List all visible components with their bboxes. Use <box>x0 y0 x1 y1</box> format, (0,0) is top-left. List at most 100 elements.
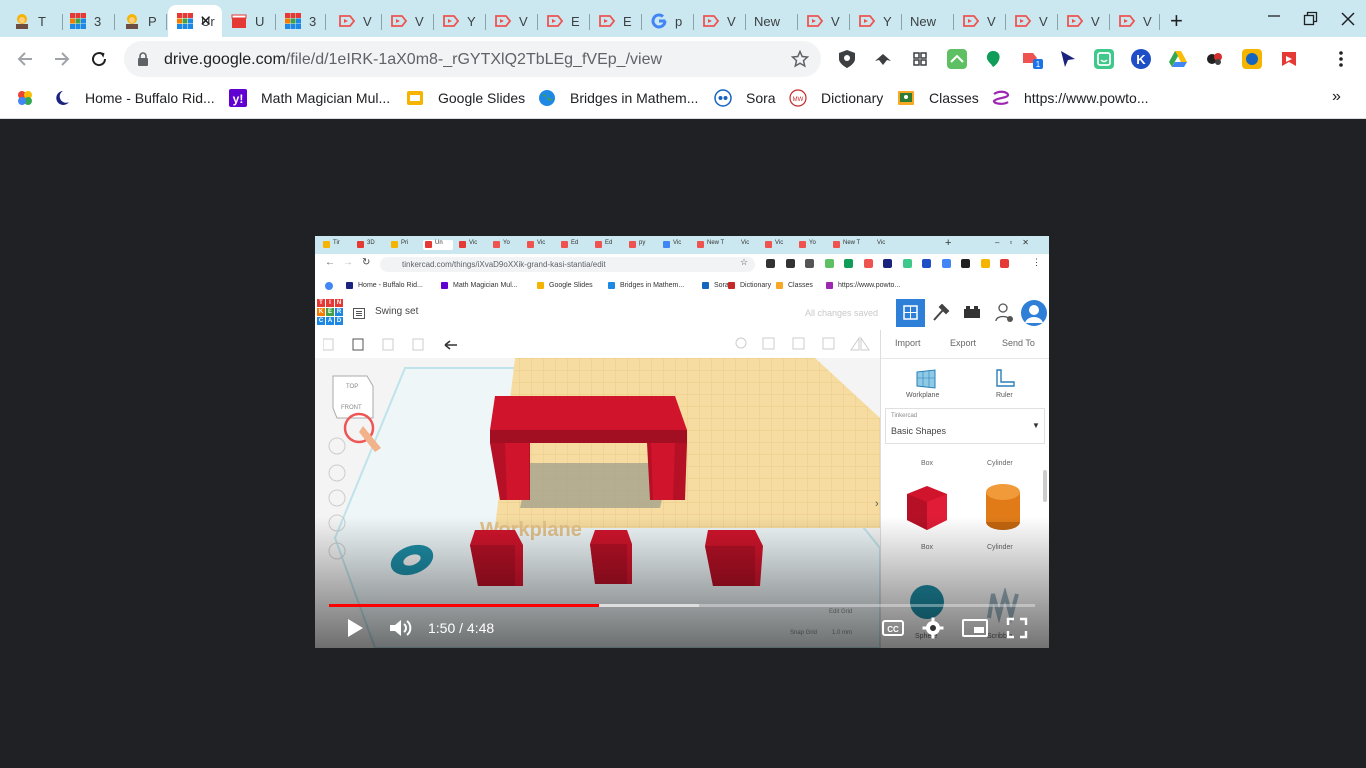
bookmark-item[interactable]: https://www.powto... <box>992 89 1149 107</box>
bookmark-item[interactable]: Sora <box>714 89 776 107</box>
video-play-icon <box>599 13 615 29</box>
tab[interactable]: 3 <box>61 5 115 37</box>
inner-extension-icon <box>824 259 834 268</box>
restore-button[interactable] <box>1303 11 1319 32</box>
tab[interactable]: Y <box>434 5 486 37</box>
bookmark-item[interactable]: y! Math Magician Mul... <box>229 89 390 107</box>
bookmark-label: Bridges in Mathem... <box>570 90 699 106</box>
bookmark-item[interactable]: Bridges in Mathem... <box>538 89 698 107</box>
video-extension-icon[interactable]: 1 <box>1020 49 1043 69</box>
star-icon[interactable] <box>791 50 809 68</box>
tab-strip: T 3 P Ur ✕ U 3 V V Y V E Ep V New V Y New V V V V + <box>0 0 1366 37</box>
inner-extension-icon <box>863 259 873 268</box>
tab[interactable]: V <box>1006 5 1058 37</box>
video-play-icon <box>547 13 563 29</box>
tab[interactable]: V <box>486 5 538 37</box>
tab[interactable]: V <box>382 5 434 37</box>
play-button[interactable] <box>343 616 367 640</box>
inner-tab: Pri <box>389 240 419 250</box>
drive-extension-icon[interactable] <box>1168 49 1188 69</box>
inner-bookmark-label: Sora <box>714 282 729 289</box>
tab[interactable]: P <box>115 5 167 37</box>
evernote-extension-icon[interactable] <box>983 49 1003 69</box>
reload-button[interactable] <box>86 46 112 72</box>
tab[interactable]: V <box>798 5 850 37</box>
gear-icon <box>922 617 944 639</box>
shield-extension-icon[interactable] <box>837 49 857 69</box>
tinkercad-icon <box>285 13 301 29</box>
close-tab-icon[interactable]: ✕ <box>199 12 212 30</box>
tab[interactable]: New <box>902 5 954 37</box>
clapperboard-icon <box>231 13 247 29</box>
minimize-button[interactable] <box>1267 6 1281 27</box>
inner-extension-icon <box>922 259 931 268</box>
tab-label: New <box>754 13 781 29</box>
classroom-icon <box>897 89 915 107</box>
bookmark-item[interactable]: Classes <box>897 89 979 107</box>
k-extension-icon[interactable]: K <box>1131 49 1151 69</box>
tab-label: New <box>910 13 937 29</box>
menu-kebab-icon[interactable] <box>1331 49 1351 69</box>
inner-tab-label: 3D <box>367 240 375 246</box>
back-button[interactable] <box>12 46 38 72</box>
grid-extension-icon[interactable] <box>910 49 930 69</box>
address-bar[interactable]: drive.google.com/file/d/1eIRK-1aX0m8-_rG… <box>124 41 821 77</box>
tab[interactable]: p <box>642 5 694 37</box>
tab[interactable]: U <box>222 5 276 37</box>
tab[interactable]: V <box>954 5 1006 37</box>
arrow-right-icon <box>55 52 70 66</box>
bookmark-item[interactable]: Home - Buffalo Rid... <box>53 89 215 107</box>
tab[interactable]: Ur ✕ <box>168 5 222 37</box>
bird-extension-icon[interactable] <box>873 49 893 69</box>
balls-extension-icon[interactable] <box>1205 49 1225 69</box>
captions-button[interactable]: CC <box>881 616 905 640</box>
tab[interactable]: Y <box>850 5 902 37</box>
inner-new-tab-icon: + <box>945 237 952 249</box>
bookmark-red-extension-icon[interactable] <box>1279 49 1299 69</box>
progress-bar[interactable] <box>329 604 1035 607</box>
cursor-extension-icon[interactable] <box>1058 49 1078 69</box>
inner-bookmark-icon <box>702 282 709 289</box>
miniplayer-button[interactable] <box>961 616 989 640</box>
green-extension-icon[interactable] <box>947 49 967 69</box>
video-play-icon <box>963 13 979 29</box>
video-inner-bookmarks: Home - Buffalo Rid... Math Magician Mul..… <box>315 278 1049 294</box>
inner-tab: 3D <box>355 240 385 250</box>
video-play-icon <box>547 15 563 27</box>
tab[interactable]: V <box>330 5 382 37</box>
tab[interactable]: T <box>5 5 63 37</box>
browser-toolbar: drive.google.com/file/d/1eIRK-1aX0m8-_rG… <box>0 37 1366 81</box>
url-domain: drive.google.com <box>164 51 286 68</box>
tab[interactable]: V <box>1058 5 1110 37</box>
box-shape-icon <box>907 486 947 530</box>
bookmark-item[interactable]: MW Dictionary <box>789 89 883 107</box>
inner-tab-label: Pri <box>401 240 409 246</box>
video-play-icon <box>807 15 823 27</box>
fullscreen-button[interactable] <box>1005 616 1029 640</box>
person-avatar-icon <box>124 13 140 29</box>
tab[interactable]: E <box>590 5 642 37</box>
shield-badge-extension-icon[interactable] <box>1242 49 1262 69</box>
volume-button[interactable] <box>387 616 415 640</box>
inner-extension-icon <box>785 259 795 268</box>
face-extension-icon[interactable] <box>1094 49 1114 69</box>
align-tools-icon <box>735 336 870 351</box>
video-player[interactable]: Tir 3D Pri Un Vic Yo Vic Ed Ed py Vic New T Vic Vic Yo… <box>315 236 1049 648</box>
panel-collapse-chevron-icon: › <box>875 498 879 510</box>
tab[interactable]: 3 <box>276 5 326 37</box>
cylinder-shape-icon <box>986 484 1020 530</box>
close-window-button[interactable] <box>1340 11 1356 32</box>
bookmark-item[interactable] <box>16 89 34 107</box>
tab[interactable]: E <box>538 5 590 37</box>
settings-button[interactable] <box>921 616 945 640</box>
powtoon-icon <box>992 89 1010 107</box>
new-tab-button[interactable]: + <box>1170 8 1183 34</box>
tab[interactable]: V <box>1110 5 1160 37</box>
tab[interactable]: New <box>746 5 798 37</box>
workplane-tool-icon <box>916 369 936 389</box>
more-bookmarks-chevron-icon[interactable]: » <box>1332 88 1341 106</box>
video-play-icon <box>339 13 355 29</box>
tab[interactable]: V <box>694 5 746 37</box>
forward-button[interactable] <box>49 46 75 72</box>
bookmark-item[interactable]: Google Slides <box>406 89 525 107</box>
